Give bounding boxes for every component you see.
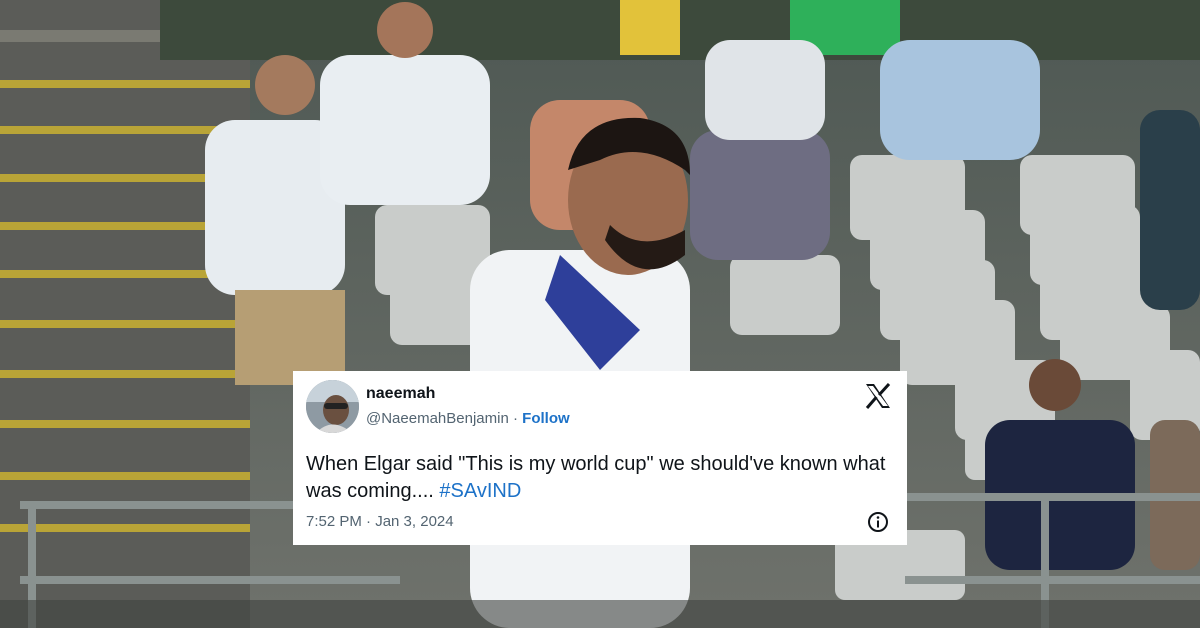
follow-button[interactable]: Follow — [522, 410, 570, 427]
hashtag-link[interactable]: #SAvIND — [439, 480, 521, 502]
avatar[interactable] — [306, 380, 359, 433]
info-icon[interactable] — [867, 511, 889, 533]
stairs — [0, 0, 250, 628]
tweet-body: When Elgar said "This is my world cup" w… — [306, 453, 886, 502]
tweet-text: When Elgar said "This is my world cup" w… — [306, 451, 886, 505]
avatar-photo — [306, 380, 359, 433]
display-name[interactable]: naeemah — [366, 385, 435, 403]
x-logo-icon[interactable] — [863, 382, 893, 409]
tweet-timestamp[interactable]: 7:52 PM · Jan 3, 2024 — [306, 513, 454, 530]
tweet-card: naeemah @NaeemahBenjamin · Follow When E… — [293, 371, 907, 545]
separator-dot: · — [512, 410, 518, 427]
user-handle[interactable]: @NaeemahBenjamin — [366, 410, 509, 427]
handle-row: @NaeemahBenjamin · Follow — [366, 410, 570, 427]
